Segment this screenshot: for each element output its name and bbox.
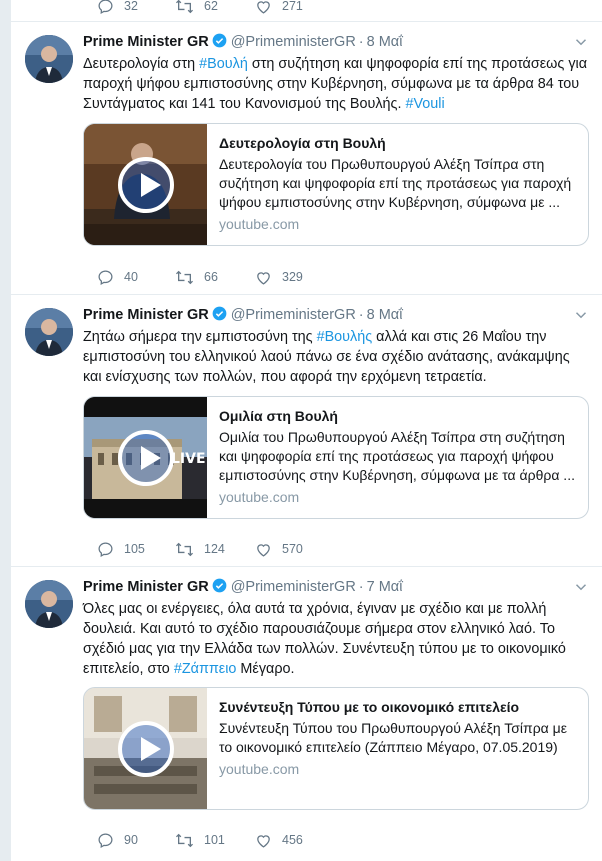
retweet-button[interactable]: 101 [175,830,225,850]
author-name[interactable]: Prime Minister GR [83,34,209,50]
tweet-actions: 32 62 271 [83,0,383,16]
tweet-text: Δευτερολογία στη #Βουλή στη συζήτηση και… [83,56,588,112]
card-domain: youtube.com [219,761,300,777]
reply-icon [98,270,113,286]
hashtag-link[interactable]: #Vouli [405,96,444,112]
reply-icon [98,0,113,15]
verified-icon [212,578,227,593]
card-description: Συνέντευξη Τύπου του Πρωθυπουργού Αλέξη … [219,720,567,755]
like-icon [257,544,270,557]
tweet-header: Prime Minister GR @PrimeministerGR · 7 Μαΐ [83,578,590,598]
avatar-image [25,580,73,628]
link-card[interactable]: Συνέντευξη Τύπου με το οικονομικό επιτελ… [83,687,589,810]
retweet-icon [175,542,194,557]
like-icon [257,1,270,14]
card-title: Δευτερολογία στη Βουλή [219,135,386,151]
play-icon[interactable] [117,720,174,777]
card-body: Συνέντευξη Τύπου με το οικονομικό επιτελ… [219,697,578,777]
tweet-actions: 40 66 329 [83,267,383,287]
link-card[interactable]: Δευτερολογία στη Βουλή Δευτερολογία του … [83,123,589,246]
like-icon [257,272,270,285]
retweet-icon [175,0,194,14]
retweet-icon [175,833,194,848]
like-button[interactable]: 570 [255,539,303,559]
live-badge: LIVE [171,451,206,467]
video-thumbnail[interactable] [84,124,207,245]
like-button[interactable]: 271 [255,0,303,16]
reply-icon [98,542,113,558]
previous-tweet-actions: 32 62 271 [11,0,602,22]
retweet-button[interactable]: 124 [175,539,225,559]
card-title: Συνέντευξη Τύπου με το οικονομικό επιτελ… [219,699,520,715]
author-handle[interactable]: @PrimeministerGR [231,307,356,323]
author-handle[interactable]: @PrimeministerGR [231,34,356,50]
card-body: Δευτερολογία στη Βουλή Δευτερολογία του … [219,133,578,232]
retweet-button[interactable]: 62 [175,0,218,16]
caret-down-icon[interactable] [572,33,590,51]
tweet-header: Prime Minister GR @PrimeministerGR · 8 Μαΐ [83,33,590,53]
tweet[interactable]: Prime Minister GR @PrimeministerGR · 7 Μαΐ … [11,568,602,861]
retweet-icon [175,270,194,285]
hashtag-link[interactable]: #Ζάππειο [174,661,237,677]
tweet-time[interactable]: 7 Μαΐ [367,579,403,595]
tweet-actions: 90 101 456 [83,830,383,850]
hashtag-link[interactable]: #Βουλή [199,56,248,72]
avatar-image [25,308,73,356]
avatar[interactable] [25,35,73,83]
link-card[interactable]: LIVE Ομιλία στη Βουλή Ομιλία του Πρωθυπο… [83,396,589,519]
reply-button[interactable]: 105 [97,539,145,559]
card-domain: youtube.com [219,216,300,232]
reply-button[interactable]: 40 [97,267,138,287]
tweet-text: Ζητάω σήμερα την εμπιστοσύνη της #Βουλής… [83,329,570,385]
separator-dot: · [358,34,364,50]
tweet-time[interactable]: 8 Μαΐ [367,307,403,323]
like-icon [257,835,270,848]
card-body: Ομιλία στη Βουλή Ομιλία του Πρωθυπουργού… [219,406,578,505]
reply-button[interactable]: 90 [97,830,138,850]
tweet-text: Όλες μας οι ενέργειες, όλα αυτά τα χρόνι… [83,601,566,677]
like-button[interactable]: 329 [255,267,303,287]
verified-icon [212,306,227,321]
caret-down-icon[interactable] [572,306,590,324]
video-thumbnail[interactable]: LIVE [84,397,207,518]
card-description: Δευτερολογία του Πρωθυπουργού Αλέξη Τσίπ… [219,156,572,210]
play-icon[interactable] [117,429,174,486]
tweet-header: Prime Minister GR @PrimeministerGR · 8 Μαΐ [83,306,590,326]
tweet-time[interactable]: 8 Μαΐ [367,34,403,50]
like-button[interactable]: 456 [255,830,303,850]
card-domain: youtube.com [219,489,300,505]
tweet-actions: 105 124 570 [83,539,383,559]
tweet[interactable]: Prime Minister GR @PrimeministerGR · 8 Μαΐ … [11,296,602,567]
retweet-button[interactable]: 66 [175,267,218,287]
avatar-image [25,35,73,83]
hashtag-link[interactable]: #Βουλής [317,329,373,345]
timeline: 32 62 271 Prime Minister GR @Primeministe… [10,0,602,861]
reply-icon [98,833,113,849]
verified-icon [212,33,227,48]
video-thumbnail[interactable] [84,688,207,809]
author-name[interactable]: Prime Minister GR [83,307,209,323]
separator-dot: · [358,307,364,323]
avatar[interactable] [25,308,73,356]
reply-button[interactable]: 32 [97,0,138,16]
card-title: Ομιλία στη Βουλή [219,408,338,424]
caret-down-icon[interactable] [572,578,590,596]
author-handle[interactable]: @PrimeministerGR [231,579,356,595]
card-description: Ομιλία του Πρωθυπουργού Αλέξη Τσίπρα στη… [219,429,575,483]
author-name[interactable]: Prime Minister GR [83,579,209,595]
play-icon[interactable] [117,156,174,213]
avatar[interactable] [25,580,73,628]
separator-dot: · [358,579,364,595]
tweet[interactable]: Prime Minister GR @PrimeministerGR · 8 Μαΐ … [11,23,602,295]
